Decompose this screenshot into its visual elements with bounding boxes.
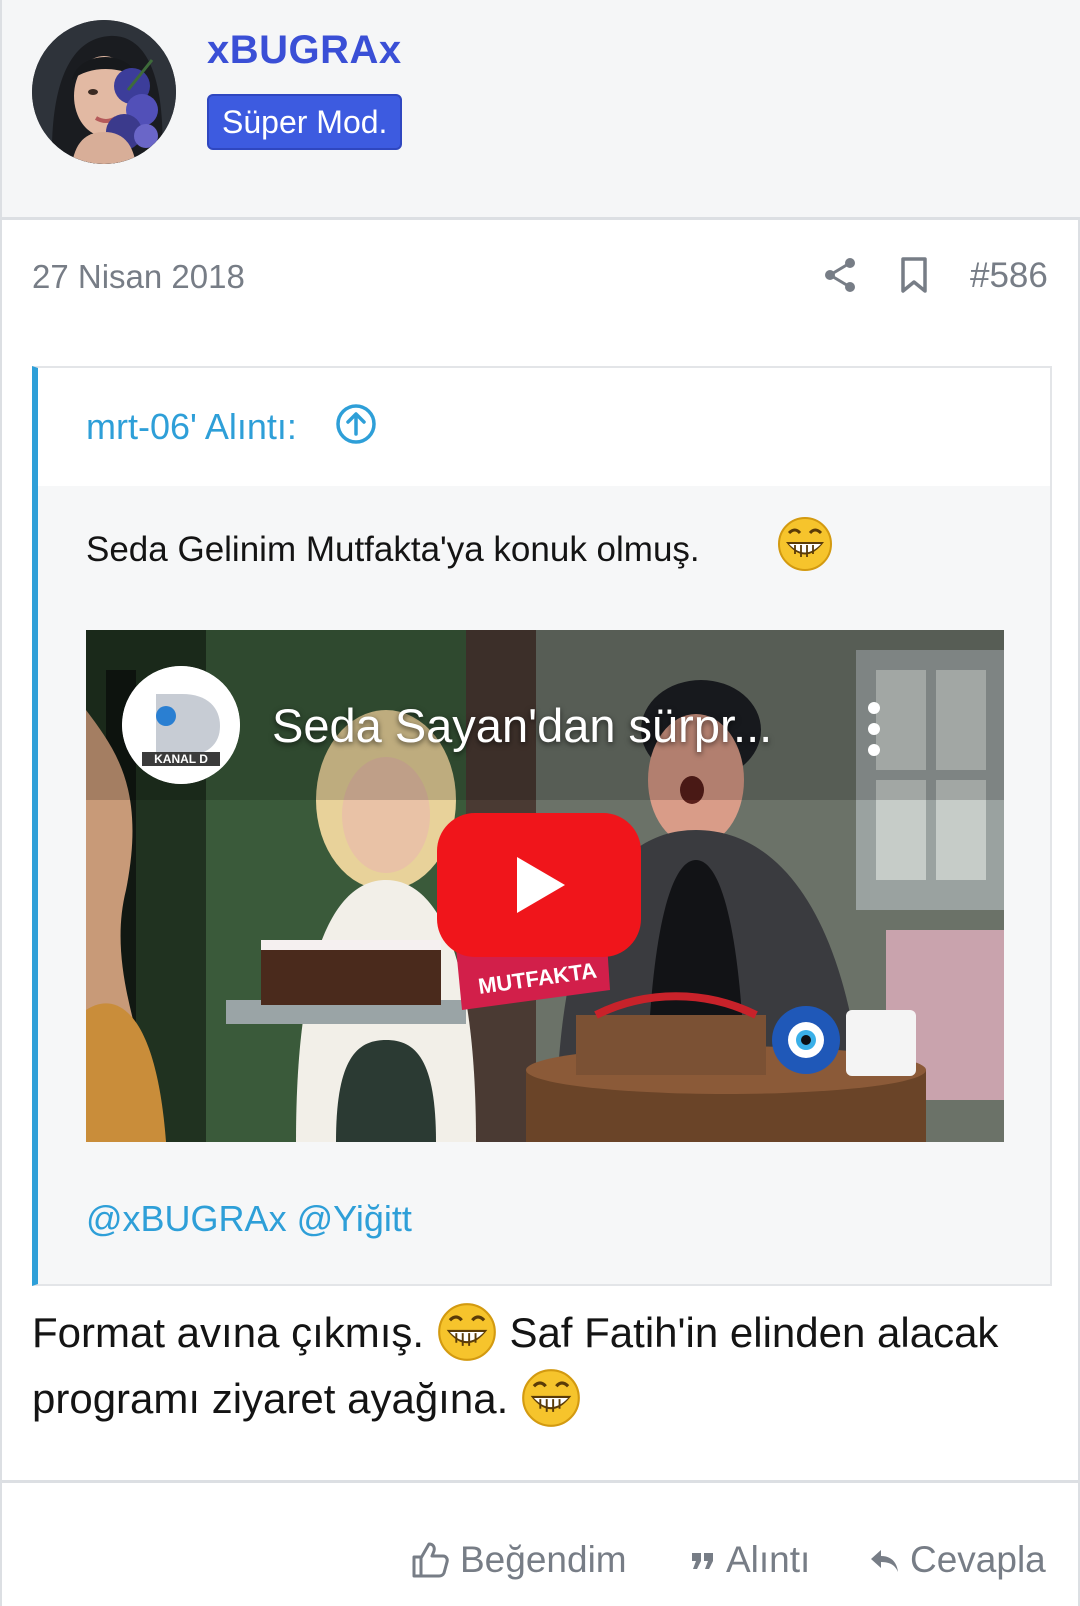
post-container: xBUGRAx Süper Mod. 27 Nisan 2018 #586 mr… (0, 0, 1080, 1606)
bookmark-icon[interactable] (894, 255, 934, 295)
post-number-link[interactable]: #586 (970, 256, 1048, 296)
post-header: xBUGRAx Süper Mod. (2, 0, 1080, 220)
thumbs-up-icon (412, 1542, 449, 1578)
video-title[interactable]: Seda Sayan'dan sürpr... (272, 698, 772, 753)
more-vertical-icon[interactable] (862, 700, 886, 758)
channel-logo[interactable]: KANAL D (122, 666, 240, 784)
post-date[interactable]: 27 Nisan 2018 (32, 258, 245, 296)
video-embed[interactable]: MUTFAKTA KANAL D Seda Sayan'dan sürpr... (86, 630, 1004, 1142)
channel-name: KANAL D (154, 752, 208, 766)
quote-marks-icon (692, 1553, 713, 1569)
mention-link[interactable]: @xBUGRAx (86, 1198, 287, 1239)
quote-header: mrt-06' Alıntı: (38, 368, 1050, 486)
quote-block: mrt-06' Alıntı: Seda Gelinim Mutfakta'ya… (32, 366, 1052, 1286)
reply-arrow-icon (871, 1550, 898, 1572)
quote-author-link[interactable]: mrt-06' Alıntı: (86, 406, 297, 448)
avatar[interactable] (32, 20, 176, 164)
grinning-emoji-icon (520, 1367, 582, 1429)
mention-link[interactable]: @Yiğitt (297, 1198, 412, 1239)
mentions: @xBUGRAx @Yiğitt (86, 1198, 412, 1240)
grinning-emoji-icon (776, 515, 834, 573)
username[interactable]: xBUGRAx (207, 28, 402, 73)
grinning-emoji-icon (436, 1301, 498, 1363)
like-label: Beğendim (460, 1539, 627, 1580)
reply-label: Cevapla (910, 1539, 1046, 1580)
post-body: Format avına çıkmış. Saf Fatih'in elinde… (32, 1300, 1052, 1432)
quote-button[interactable]: Alıntı (690, 1535, 810, 1585)
role-badge: Süper Mod. (207, 94, 403, 150)
arrow-up-circle-icon[interactable] (335, 403, 377, 445)
reply-button[interactable]: Cevapla (868, 1535, 1046, 1585)
share-icon[interactable] (820, 255, 860, 295)
quote-text: Seda Gelinim Mutfakta'ya konuk olmuş. (86, 530, 700, 569)
quote-label: Alıntı (726, 1539, 811, 1580)
like-button[interactable]: Beğendim (410, 1535, 627, 1585)
post-text: Format avına çıkmış. (32, 1309, 425, 1356)
post-actions: Beğendim Alıntı Cevapla (2, 1480, 1080, 1606)
youtube-play-button[interactable] (437, 813, 641, 957)
